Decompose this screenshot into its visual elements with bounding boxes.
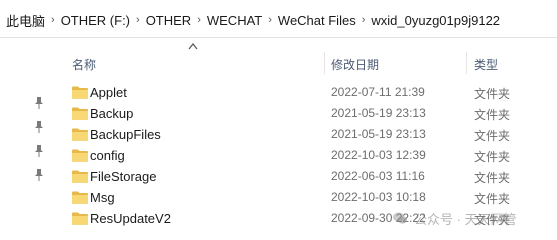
file-name: Applet [90,85,127,100]
folder-icon [72,149,88,162]
column-divider[interactable] [466,52,467,74]
file-date: 2022-10-03 10:18 [331,190,426,204]
file-row[interactable]: FileStorage 2022-06-03 11:16 文件夹 [60,166,557,187]
pin-icon[interactable] [32,168,46,182]
breadcrumb-this-pc[interactable]: 此电脑 [2,11,49,30]
file-date: 2022-10-03 12:39 [331,148,426,162]
file-row[interactable]: config 2022-10-03 12:39 文件夹 [60,145,557,166]
watermark-text: 公众号 · 天天网管 [414,211,517,227]
breadcrumb-wechat-files[interactable]: WeChat Files [274,13,360,28]
folder-icon [72,212,88,225]
file-row[interactable]: BackupFiles 2021-05-19 23:13 文件夹 [60,124,557,145]
file-date: 2021-05-19 23:13 [331,127,426,141]
file-date: 2022-06-03 11:16 [331,169,425,183]
wechat-logo-icon [393,212,407,224]
breadcrumb-separator[interactable]: › [195,14,203,26]
file-list: Applet 2022-07-11 21:39 文件夹 Backup 2021-… [60,82,557,229]
folder-icon [72,107,88,120]
file-name: FileStorage [90,169,157,184]
folder-icon [72,128,88,141]
sort-up-icon [188,43,198,50]
pin-icon[interactable] [32,96,46,110]
breadcrumb-drive[interactable]: OTHER (F:) [57,13,134,28]
file-date: 2021-05-19 23:13 [331,106,426,120]
breadcrumb-separator[interactable]: › [360,14,368,26]
folder-icon [72,86,88,99]
file-type: 文件夹 [474,192,511,206]
file-name: BackupFiles [90,127,161,142]
file-row[interactable]: Backup 2021-05-19 23:13 文件夹 [60,103,557,124]
file-row[interactable]: Applet 2022-07-11 21:39 文件夹 [60,82,557,103]
breadcrumb-separator[interactable]: › [134,14,142,26]
folder-icon [72,191,88,204]
breadcrumb: 此电脑 › OTHER (F:) › OTHER › WECHAT › WeCh… [0,10,504,30]
column-header-date[interactable]: 修改日期 [331,56,379,73]
column-header-name[interactable]: 名称 [72,56,96,73]
watermark: 公众号 · 天天网管 [392,208,517,228]
file-type: 文件夹 [474,171,511,185]
file-type: 文件夹 [474,108,511,122]
file-name: Msg [90,190,115,205]
breadcrumb-other[interactable]: OTHER [142,13,196,28]
file-name: Backup [90,106,134,121]
file-type: 文件夹 [474,87,511,101]
file-name: config [90,148,125,163]
column-header-type[interactable]: 类型 [474,56,498,73]
folder-icon [72,170,88,183]
file-name: ResUpdateV2 [90,211,171,226]
breadcrumb-separator[interactable]: › [266,14,274,26]
file-date: 2022-07-11 21:39 [331,85,425,99]
file-type: 文件夹 [474,129,511,143]
column-header: 名称 修改日期 类型 [60,40,557,82]
navigation-pane-strip [0,38,60,240]
breadcrumb-wxid[interactable]: wxid_0yuzg01p9j9122 [367,13,504,28]
address-bar[interactable]: 此电脑 › OTHER (F:) › OTHER › WECHAT › WeCh… [0,0,557,38]
file-type: 文件夹 [474,150,511,164]
column-divider[interactable] [324,52,325,74]
pin-icon[interactable] [32,144,46,158]
file-row[interactable]: Msg 2022-10-03 10:18 文件夹 [60,187,557,208]
breadcrumb-wechat[interactable]: WECHAT [203,13,266,28]
breadcrumb-separator[interactable]: › [49,14,57,26]
pin-icon[interactable] [32,120,46,134]
